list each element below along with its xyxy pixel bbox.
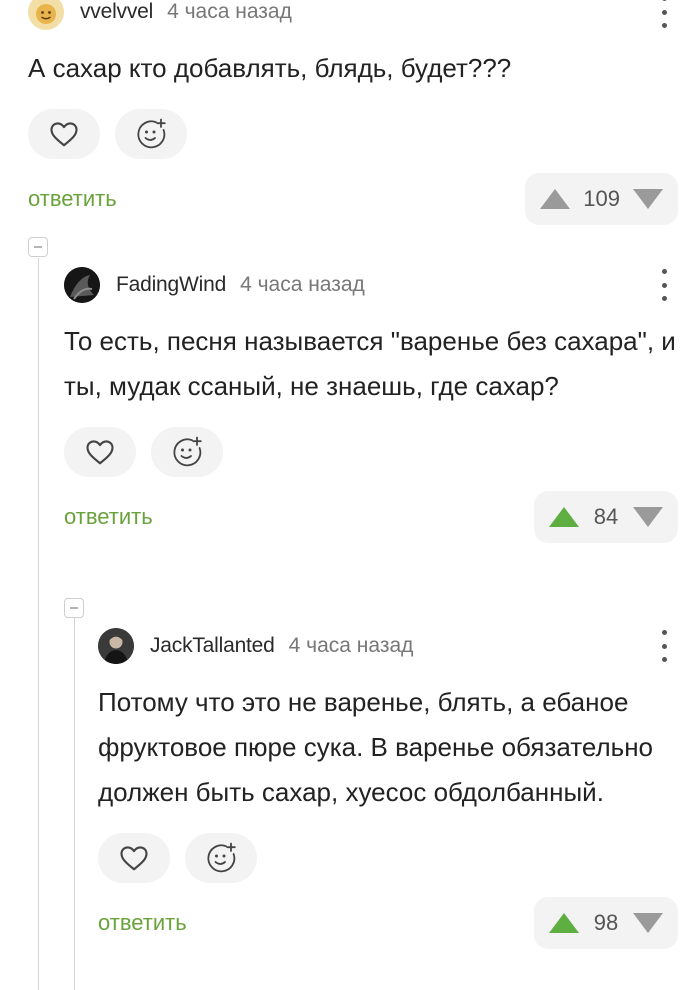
comment-author[interactable]: vvelvvel xyxy=(80,0,153,24)
avatar[interactable] xyxy=(28,0,64,30)
comment-header: vvelvvel 4 часа назад xyxy=(28,0,678,32)
upvote-arrow-icon[interactable] xyxy=(548,506,580,528)
vote-control: 109 xyxy=(525,173,678,225)
add-reaction-button[interactable] xyxy=(115,109,187,159)
comment-actions: ответить 98 xyxy=(98,897,678,949)
comment: vvelvvel 4 часа назад А сахар кто добавл… xyxy=(28,0,678,225)
vote-control: 98 xyxy=(534,897,678,949)
comment-author[interactable]: JackTallanted xyxy=(150,634,275,658)
avatar[interactable] xyxy=(64,267,100,303)
comment-text: То есть, песня называется "варенье без с… xyxy=(64,326,676,401)
like-button[interactable] xyxy=(64,427,136,477)
upvote-arrow-icon[interactable] xyxy=(539,188,571,210)
thread-line-level-1 xyxy=(38,258,39,990)
comment-time: 4 часа назад xyxy=(240,273,365,296)
comment-author[interactable]: FadingWind xyxy=(116,273,226,297)
add-emoji-icon xyxy=(173,436,202,467)
downvote-arrow-icon[interactable] xyxy=(632,912,664,934)
upvote-arrow-icon[interactable] xyxy=(548,912,580,934)
add-reaction-button[interactable] xyxy=(151,427,223,477)
avatar-image xyxy=(28,0,64,30)
comment: JackTallanted 4 часа назад Потому что эт… xyxy=(98,626,678,949)
comment-header: JackTallanted 4 часа назад xyxy=(98,626,678,666)
heart-icon xyxy=(120,846,148,871)
rating-count: 98 xyxy=(593,910,619,935)
collapse-thread-button-1[interactable] xyxy=(28,237,48,257)
avatar-image xyxy=(98,628,134,664)
comment: FadingWind 4 часа назад То есть, песня н… xyxy=(64,265,678,543)
comment-header: FadingWind 4 часа назад xyxy=(64,265,678,305)
rating-count: 109 xyxy=(583,186,620,211)
reply-link[interactable]: ответить xyxy=(98,910,187,936)
reply-link[interactable]: ответить xyxy=(28,186,117,212)
rating-count: 84 xyxy=(593,504,619,529)
reactions-row xyxy=(28,109,678,159)
more-icon[interactable] xyxy=(658,269,670,301)
add-emoji-icon xyxy=(137,118,166,149)
add-reaction-button[interactable] xyxy=(185,833,257,883)
like-button[interactable] xyxy=(28,109,100,159)
downvote-arrow-icon[interactable] xyxy=(632,506,664,528)
comment-time: 4 часа назад xyxy=(167,0,292,23)
thread-line-level-2 xyxy=(74,618,75,990)
avatar-image xyxy=(64,267,100,303)
comment-time: 4 часа назад xyxy=(288,634,414,657)
comment-text: Потому что это не варенье, блять, а ебан… xyxy=(98,687,654,807)
heart-icon xyxy=(50,122,78,147)
avatar[interactable] xyxy=(98,628,134,664)
like-button[interactable] xyxy=(98,833,170,883)
reactions-row xyxy=(64,427,678,477)
more-icon[interactable] xyxy=(658,630,670,662)
comment-text: А сахар кто добавлять, блядь, будет??? xyxy=(28,53,512,83)
comment-actions: ответить 84 xyxy=(64,491,678,543)
more-icon[interactable] xyxy=(658,0,670,28)
collapse-thread-button-2[interactable] xyxy=(64,598,84,618)
add-emoji-icon xyxy=(207,842,236,873)
reply-link[interactable]: ответить xyxy=(64,504,153,530)
heart-icon xyxy=(86,440,114,465)
vote-control: 84 xyxy=(534,491,678,543)
downvote-arrow-icon[interactable] xyxy=(632,188,664,210)
comment-actions: ответить 109 xyxy=(28,173,678,225)
reactions-row xyxy=(98,833,678,883)
